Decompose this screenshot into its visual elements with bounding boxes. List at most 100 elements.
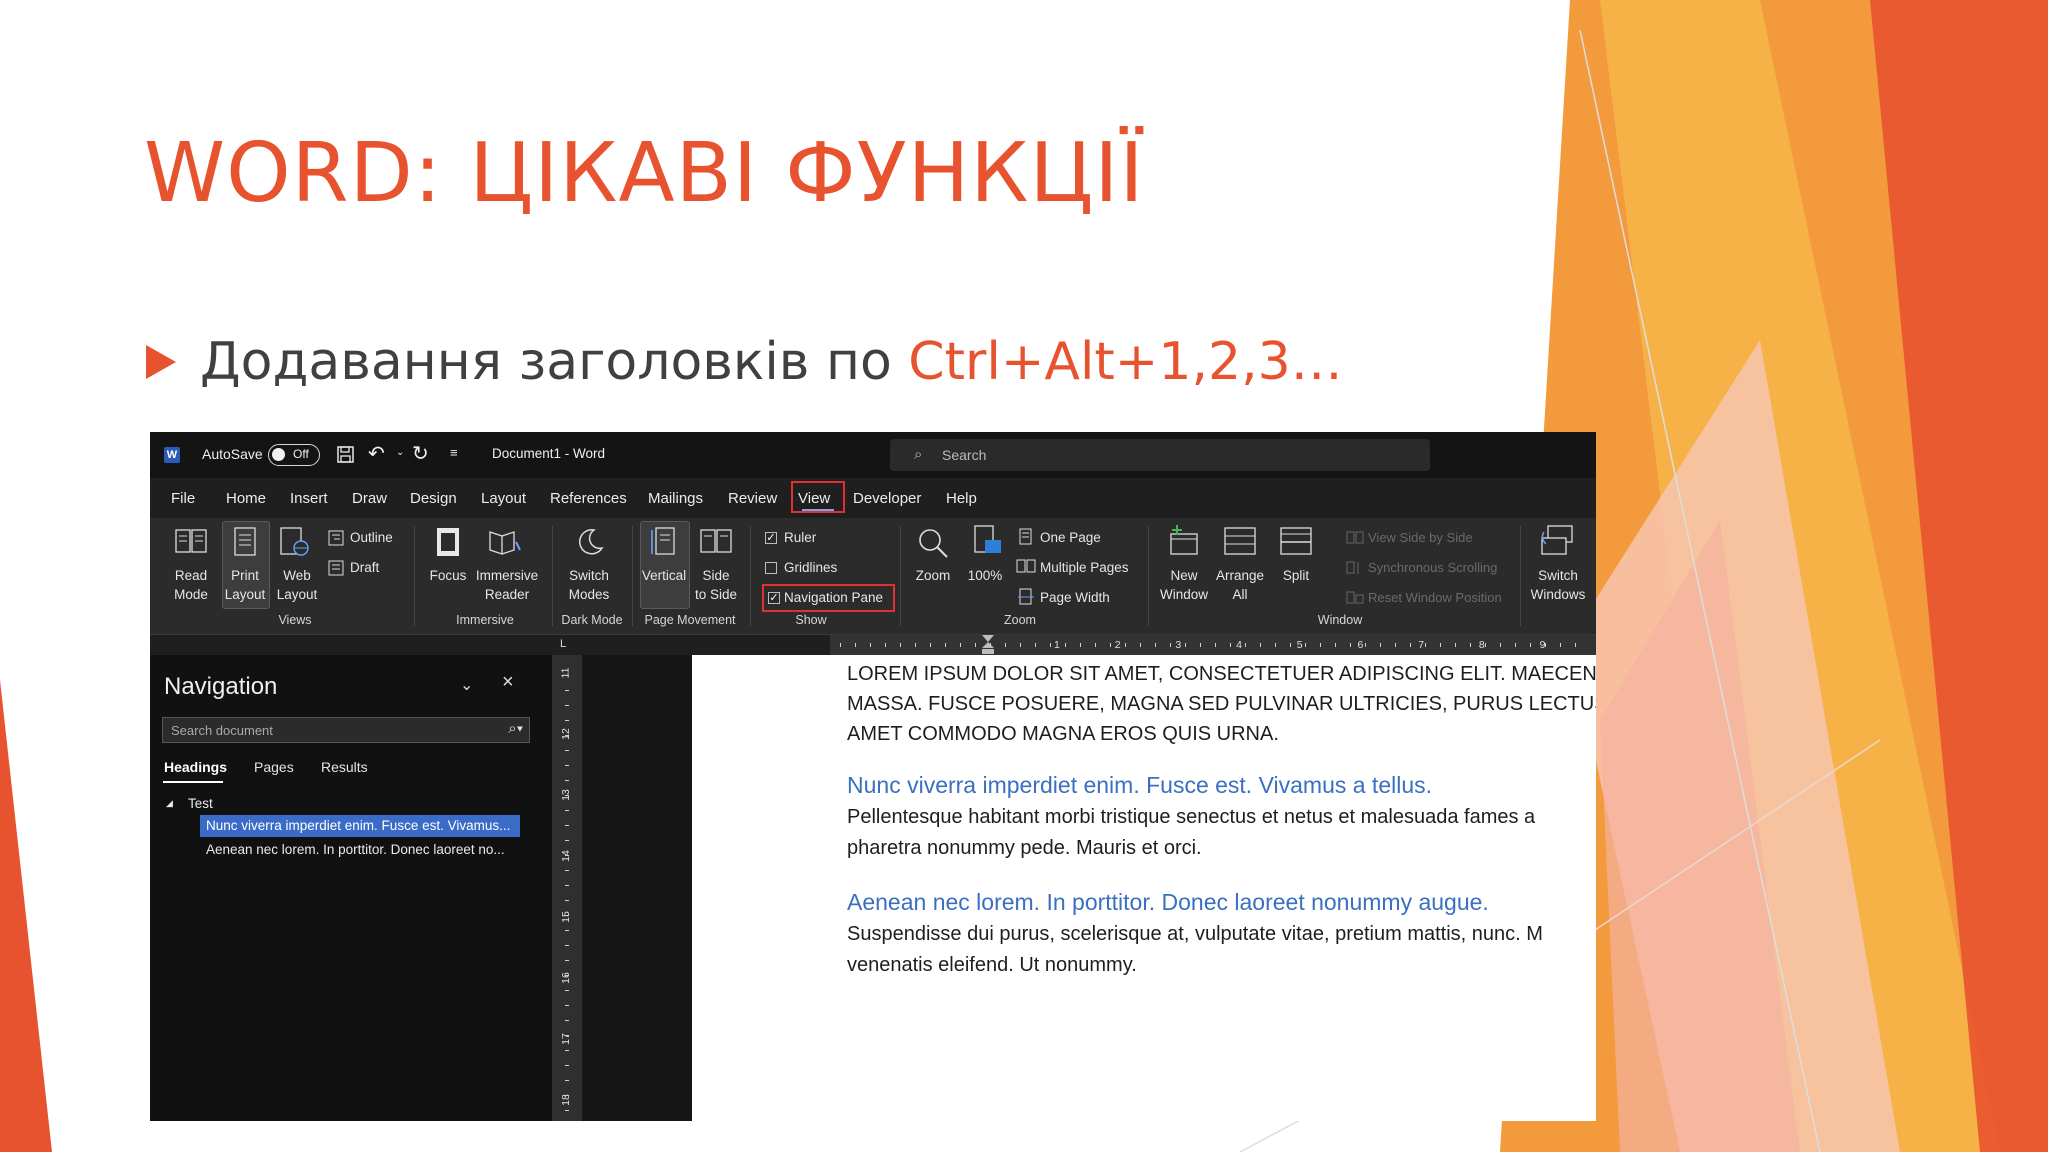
search-box[interactable]: ⌕ Search	[890, 439, 1430, 471]
arrange-all-button[interactable]: Arrange All	[1212, 566, 1268, 604]
view-side-by-side-button[interactable]: View Side by Side	[1368, 530, 1473, 545]
vertical-ruler-tick	[565, 915, 569, 916]
read-mode-button[interactable]: Read Mode	[164, 566, 218, 604]
ruler-tick	[1155, 643, 1156, 647]
indent-marker-icon[interactable]	[981, 635, 995, 655]
paragraph-line: LOREM IPSUM DOLOR SIT AMET, CONSECTETUER…	[847, 663, 1596, 685]
redo-icon[interactable]: ↻	[412, 441, 429, 466]
ruler-tick	[1080, 643, 1081, 647]
autosave-toggle[interactable]: Off	[268, 444, 320, 466]
switch-windows-label-2: Windows	[1530, 587, 1586, 602]
search-document-input[interactable]: Search document ⌕▾	[162, 717, 530, 743]
ruler-tick	[975, 643, 976, 647]
tab-draw[interactable]: Draw	[352, 490, 387, 507]
synchronous-scrolling-button[interactable]: Synchronous Scrolling	[1368, 560, 1497, 575]
search-placeholder: Search	[942, 447, 987, 463]
save-icon[interactable]	[336, 445, 356, 465]
page-width-button[interactable]: Page Width	[1040, 590, 1110, 605]
tab-design[interactable]: Design	[410, 490, 457, 507]
group-label-page-movement: Page Movement	[644, 613, 736, 627]
heading-item[interactable]: Nunc viverra imperdiet enim. Fusce est. …	[206, 818, 510, 833]
group-label-immersive: Immersive	[456, 613, 514, 627]
vertical-ruler-tick	[565, 1080, 569, 1081]
vertical-ruler-tick	[565, 885, 569, 886]
web-layout-button[interactable]: Web Layout	[270, 566, 324, 604]
reset-window-position-button[interactable]: Reset Window Position	[1368, 590, 1502, 605]
ruler-tick	[1440, 643, 1441, 647]
vertical-ruler-tick	[565, 780, 569, 781]
tab-help[interactable]: Help	[946, 490, 977, 507]
ruler-tick	[1545, 643, 1546, 647]
autosave-label: AutoSave	[202, 446, 263, 462]
paragraph-line: AMET COMMODO MAGNA EROS QUIS URNA.	[847, 723, 1279, 745]
tab-review[interactable]: Review	[728, 490, 777, 507]
switch-modes-button[interactable]: Switch Modes	[560, 566, 618, 604]
tab-stop-selector[interactable]: L	[560, 638, 566, 650]
zoom-icon	[919, 529, 948, 558]
side-to-side-button[interactable]: Side to Side	[690, 566, 742, 604]
tab-pages[interactable]: Pages	[254, 759, 294, 775]
tab-results[interactable]: Results	[321, 759, 368, 775]
gridlines-label: Gridlines	[784, 560, 838, 575]
close-icon[interactable]: ×	[502, 671, 514, 694]
view-side-by-side-icon	[1346, 531, 1364, 544]
arrange-all-label-2: All	[1232, 587, 1248, 602]
zoom-button[interactable]: Zoom	[910, 566, 956, 585]
gridlines-checkbox[interactable]	[765, 562, 777, 574]
customize-toolbar-icon[interactable]: ≡	[450, 445, 458, 460]
heading-tree-root[interactable]: Test	[188, 796, 213, 811]
search-icon[interactable]: ⌕▾	[508, 720, 523, 737]
tab-headings[interactable]: Headings	[164, 759, 227, 775]
undo-icon[interactable]: ↶	[368, 441, 385, 466]
ruler-tick	[1275, 643, 1276, 647]
tab-references[interactable]: References	[550, 490, 627, 507]
ruler-tick	[1005, 643, 1006, 647]
view-tab-highlight-box	[791, 481, 845, 513]
vertical-ruler-tick	[565, 1065, 569, 1066]
vertical-ruler-tick	[565, 720, 569, 721]
switch-windows-label-1: Switch	[1538, 568, 1578, 583]
vertical-ruler[interactable]: 11 12 13 14 15 16 17 18	[552, 655, 582, 1121]
search-icon: ⌕	[914, 446, 923, 463]
tab-file[interactable]: File	[171, 490, 195, 507]
ruler-number: 4	[1236, 639, 1242, 651]
immersive-reader-button[interactable]: Immersive Reader	[474, 566, 540, 604]
document-margin-area	[582, 655, 692, 1121]
multiple-pages-button[interactable]: Multiple Pages	[1040, 560, 1129, 575]
tab-home[interactable]: Home	[226, 490, 266, 507]
ruler-tick	[1560, 643, 1561, 647]
ruler-tick	[1215, 643, 1216, 647]
split-button[interactable]: Split	[1270, 566, 1322, 585]
tab-mailings[interactable]: Mailings	[648, 490, 703, 507]
ruler-tick	[1035, 643, 1036, 647]
collapse-triangle-icon[interactable]: ◢	[166, 798, 173, 809]
outline-button[interactable]: Outline	[350, 530, 393, 545]
undo-dropdown-icon[interactable]: ⌄	[396, 447, 404, 458]
vertical-ruler-number: 14	[559, 850, 572, 862]
draft-button[interactable]: Draft	[350, 560, 379, 575]
hundred-percent-icon	[974, 525, 1001, 553]
document-page[interactable]: LOREM IPSUM DOLOR SIT AMET, CONSECTETUER…	[692, 655, 1596, 1121]
new-window-button[interactable]: New Window	[1156, 566, 1212, 604]
tab-developer[interactable]: Developer	[853, 490, 921, 507]
vertical-ruler-tick	[565, 795, 569, 796]
deco-shape-left	[0, 680, 52, 1152]
vertical-ruler-tick	[565, 855, 569, 856]
ruler-checkbox[interactable]: ✓	[765, 532, 777, 544]
heading-item[interactable]: Aenean nec lorem. In porttitor. Donec la…	[206, 842, 505, 857]
bullet-text: Додавання заголовків по Ctrl+Alt+1,2,3…	[200, 332, 1343, 392]
tab-layout[interactable]: Layout	[481, 490, 526, 507]
focus-button[interactable]: Focus	[422, 566, 474, 585]
hundred-percent-button[interactable]: 100%	[962, 566, 1008, 585]
ruler-tick	[1125, 643, 1126, 647]
group-separator	[632, 526, 633, 626]
horizontal-ruler[interactable]: 123456789101112	[830, 635, 1596, 655]
tab-insert[interactable]: Insert	[290, 490, 328, 507]
switch-windows-button[interactable]: Switch Windows	[1528, 566, 1588, 604]
chevron-down-icon[interactable]: ⌄	[460, 675, 473, 695]
group-separator	[750, 526, 751, 626]
vertical-ruler-tick	[565, 1020, 569, 1021]
vertical-ruler-tick	[565, 825, 569, 826]
one-page-button[interactable]: One Page	[1040, 530, 1101, 545]
vertical-ruler-number: 12	[559, 728, 572, 740]
